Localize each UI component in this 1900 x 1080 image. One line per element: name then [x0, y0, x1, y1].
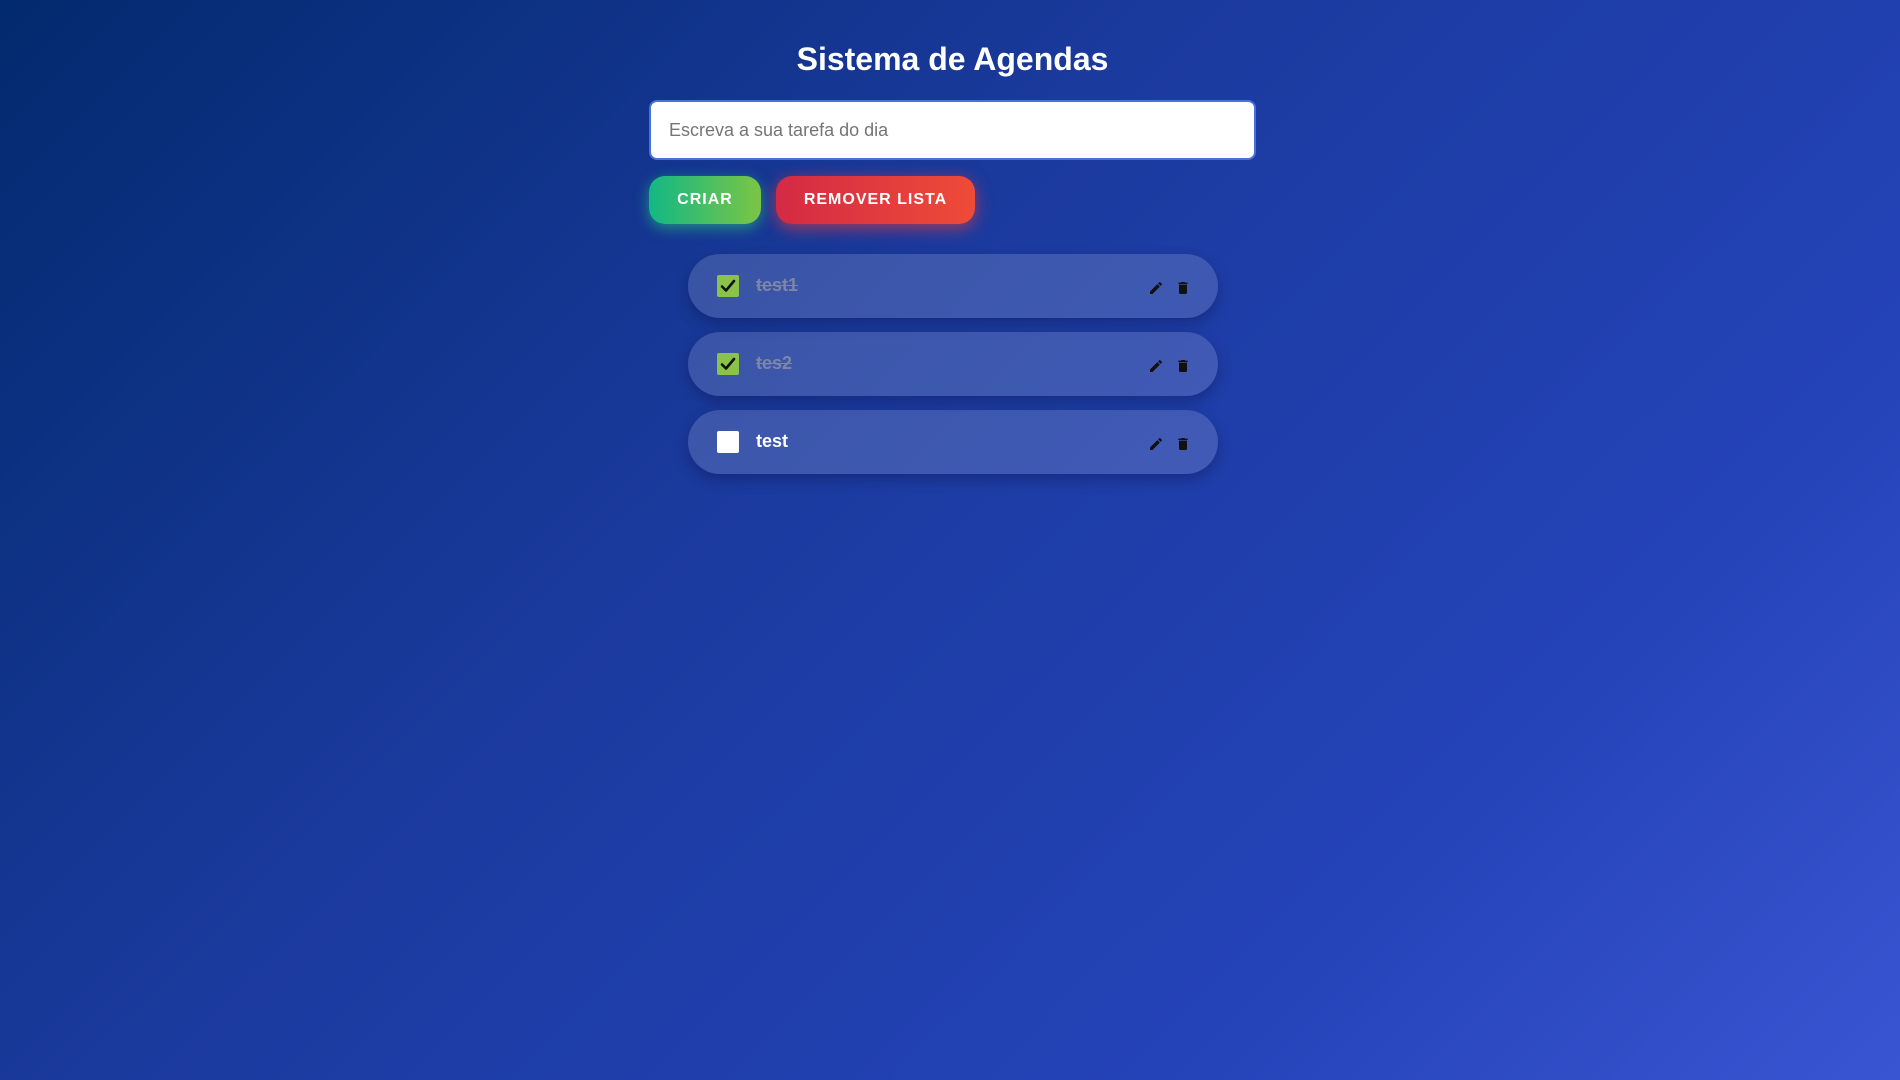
task-list: test1 tes2 test: [688, 254, 1218, 488]
remove-list-button[interactable]: REMOVER LISTA: [776, 176, 975, 224]
task-text: test1: [756, 275, 799, 295]
delete-button[interactable]: [1175, 358, 1191, 374]
pencil-icon: [1150, 359, 1163, 372]
edit-button[interactable]: [1148, 436, 1164, 452]
pencil-icon: [1150, 281, 1163, 294]
task-checkbox[interactable]: [717, 353, 739, 375]
task-item: test1: [688, 254, 1218, 318]
pencil-icon: [1150, 437, 1163, 450]
task-checkbox[interactable]: [717, 431, 739, 453]
create-button[interactable]: CRIAR: [649, 176, 761, 224]
edit-button[interactable]: [1148, 280, 1164, 296]
trash-icon: [1178, 438, 1188, 450]
task-item: tes2: [688, 332, 1218, 396]
checkmark-icon: [720, 357, 736, 370]
trash-icon: [1178, 282, 1188, 294]
checkmark-icon: [720, 279, 736, 292]
task-text: tes2: [756, 353, 793, 373]
task-input[interactable]: [649, 100, 1256, 160]
page-title: Sistema de Agendas: [796, 41, 1109, 77]
delete-button[interactable]: [1175, 280, 1191, 296]
edit-button[interactable]: [1148, 358, 1164, 374]
task-text: test: [756, 431, 789, 451]
task-item: test: [688, 410, 1218, 474]
task-checkbox[interactable]: [717, 275, 739, 297]
delete-button[interactable]: [1175, 436, 1191, 452]
trash-icon: [1178, 360, 1188, 372]
